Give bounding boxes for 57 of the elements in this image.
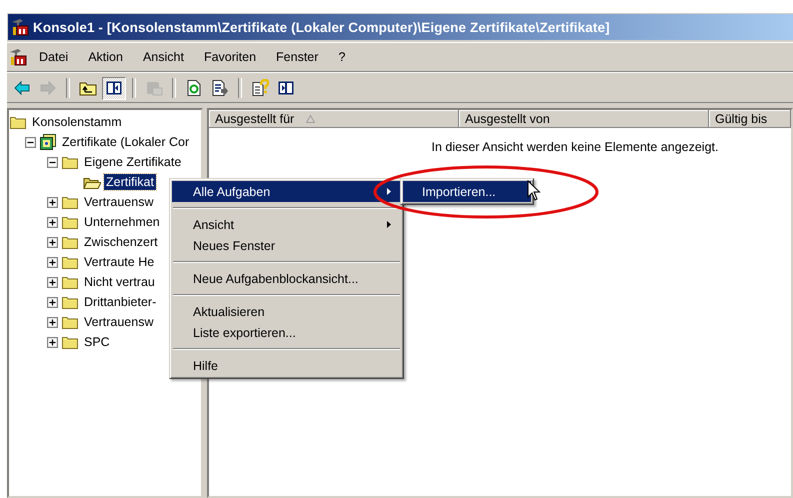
window-title: Konsole1 - [Konsolenstamm\Zertifikate (Lokaler Computer)\Eigene Zertifikate\Zertifikate] [33, 20, 610, 34]
tree-item[interactable]: Zertifikate (Lokaler Cor [60, 134, 192, 150]
expand-icon[interactable] [47, 316, 58, 328]
tree-item[interactable]: Konsolenstamm [30, 114, 124, 130]
tree-item[interactable]: Nicht vertrau [82, 274, 157, 290]
collapse-icon[interactable] [25, 136, 36, 148]
column-header[interactable]: Gültig bis [709, 110, 791, 128]
menu-item[interactable]: Aktualisieren [172, 301, 401, 322]
menu-bar-item[interactable]: Favoriten [196, 47, 264, 67]
menu-item[interactable]: Neues Fenster [172, 235, 401, 256]
menu-bar-item[interactable]: Datei [31, 47, 76, 67]
menu-item[interactable]: Ansicht [172, 214, 401, 235]
tree-item[interactable]: Vertraute He [82, 254, 156, 270]
submenu-arrow-icon [387, 221, 391, 228]
submenu-arrow-icon [387, 188, 391, 195]
expand-icon[interactable] [47, 296, 58, 308]
tree-item[interactable]: SPC [82, 334, 112, 350]
menu-item[interactable]: Neue Aufgabenblockansicht... [172, 268, 401, 289]
menu-bar-item[interactable]: Fenster [268, 47, 326, 67]
column-header[interactable]: Ausgestellt für [209, 110, 459, 128]
collapse-icon[interactable] [47, 156, 58, 168]
expand-icon[interactable] [47, 216, 58, 228]
cursor-icon [527, 180, 541, 202]
menu-item[interactable]: Liste exportieren... [172, 322, 401, 343]
menu-bar-item[interactable]: Ansicht [134, 47, 192, 67]
console-menu-icon [9, 48, 27, 66]
export-list-icon [211, 79, 229, 97]
sort-arrow-icon [306, 114, 316, 122]
expand-icon[interactable] [47, 336, 58, 348]
expand-icon[interactable] [47, 236, 58, 248]
menu-item[interactable]: Hilfe [172, 355, 401, 376]
tree-item[interactable]: Eigene Zertifikate [82, 154, 184, 170]
tree-item[interactable]: Vertrauensw [82, 314, 156, 330]
tree-item[interactable]: Vertrauensw [82, 194, 156, 210]
tree-item[interactable]: Zwischenzert [82, 234, 160, 250]
panel-icon [277, 79, 295, 97]
menu-bar-item[interactable]: Aktion [80, 47, 131, 67]
console-app-icon [11, 18, 29, 36]
back-arrow-icon [13, 79, 31, 97]
tree-item[interactable]: Unternehmen [82, 214, 162, 230]
toolbar-button[interactable] [102, 76, 126, 100]
refresh-icon [185, 79, 203, 97]
certificate-store-icon [39, 133, 57, 151]
menu-bar-item[interactable]: ? [330, 47, 354, 67]
expand-icon[interactable] [47, 196, 58, 208]
expand-icon[interactable] [47, 276, 58, 288]
menu-item[interactable]: Alle Aufgaben [172, 181, 401, 202]
empty-message: In dieser Ansicht werden keine Elemente angezeigt. [432, 140, 718, 154]
tree-item[interactable]: Drittanbieter- [82, 294, 158, 310]
tree-item[interactable]: Zertifikat [104, 174, 156, 190]
expand-icon[interactable] [47, 256, 58, 268]
help-icon [251, 79, 269, 97]
forward-arrow-icon [39, 79, 57, 97]
menu-item[interactable]: Importieren... [403, 181, 531, 202]
delete-icon [145, 79, 163, 97]
column-header[interactable]: Ausgestellt von [459, 110, 709, 128]
panel-toggle-icon [105, 79, 123, 97]
